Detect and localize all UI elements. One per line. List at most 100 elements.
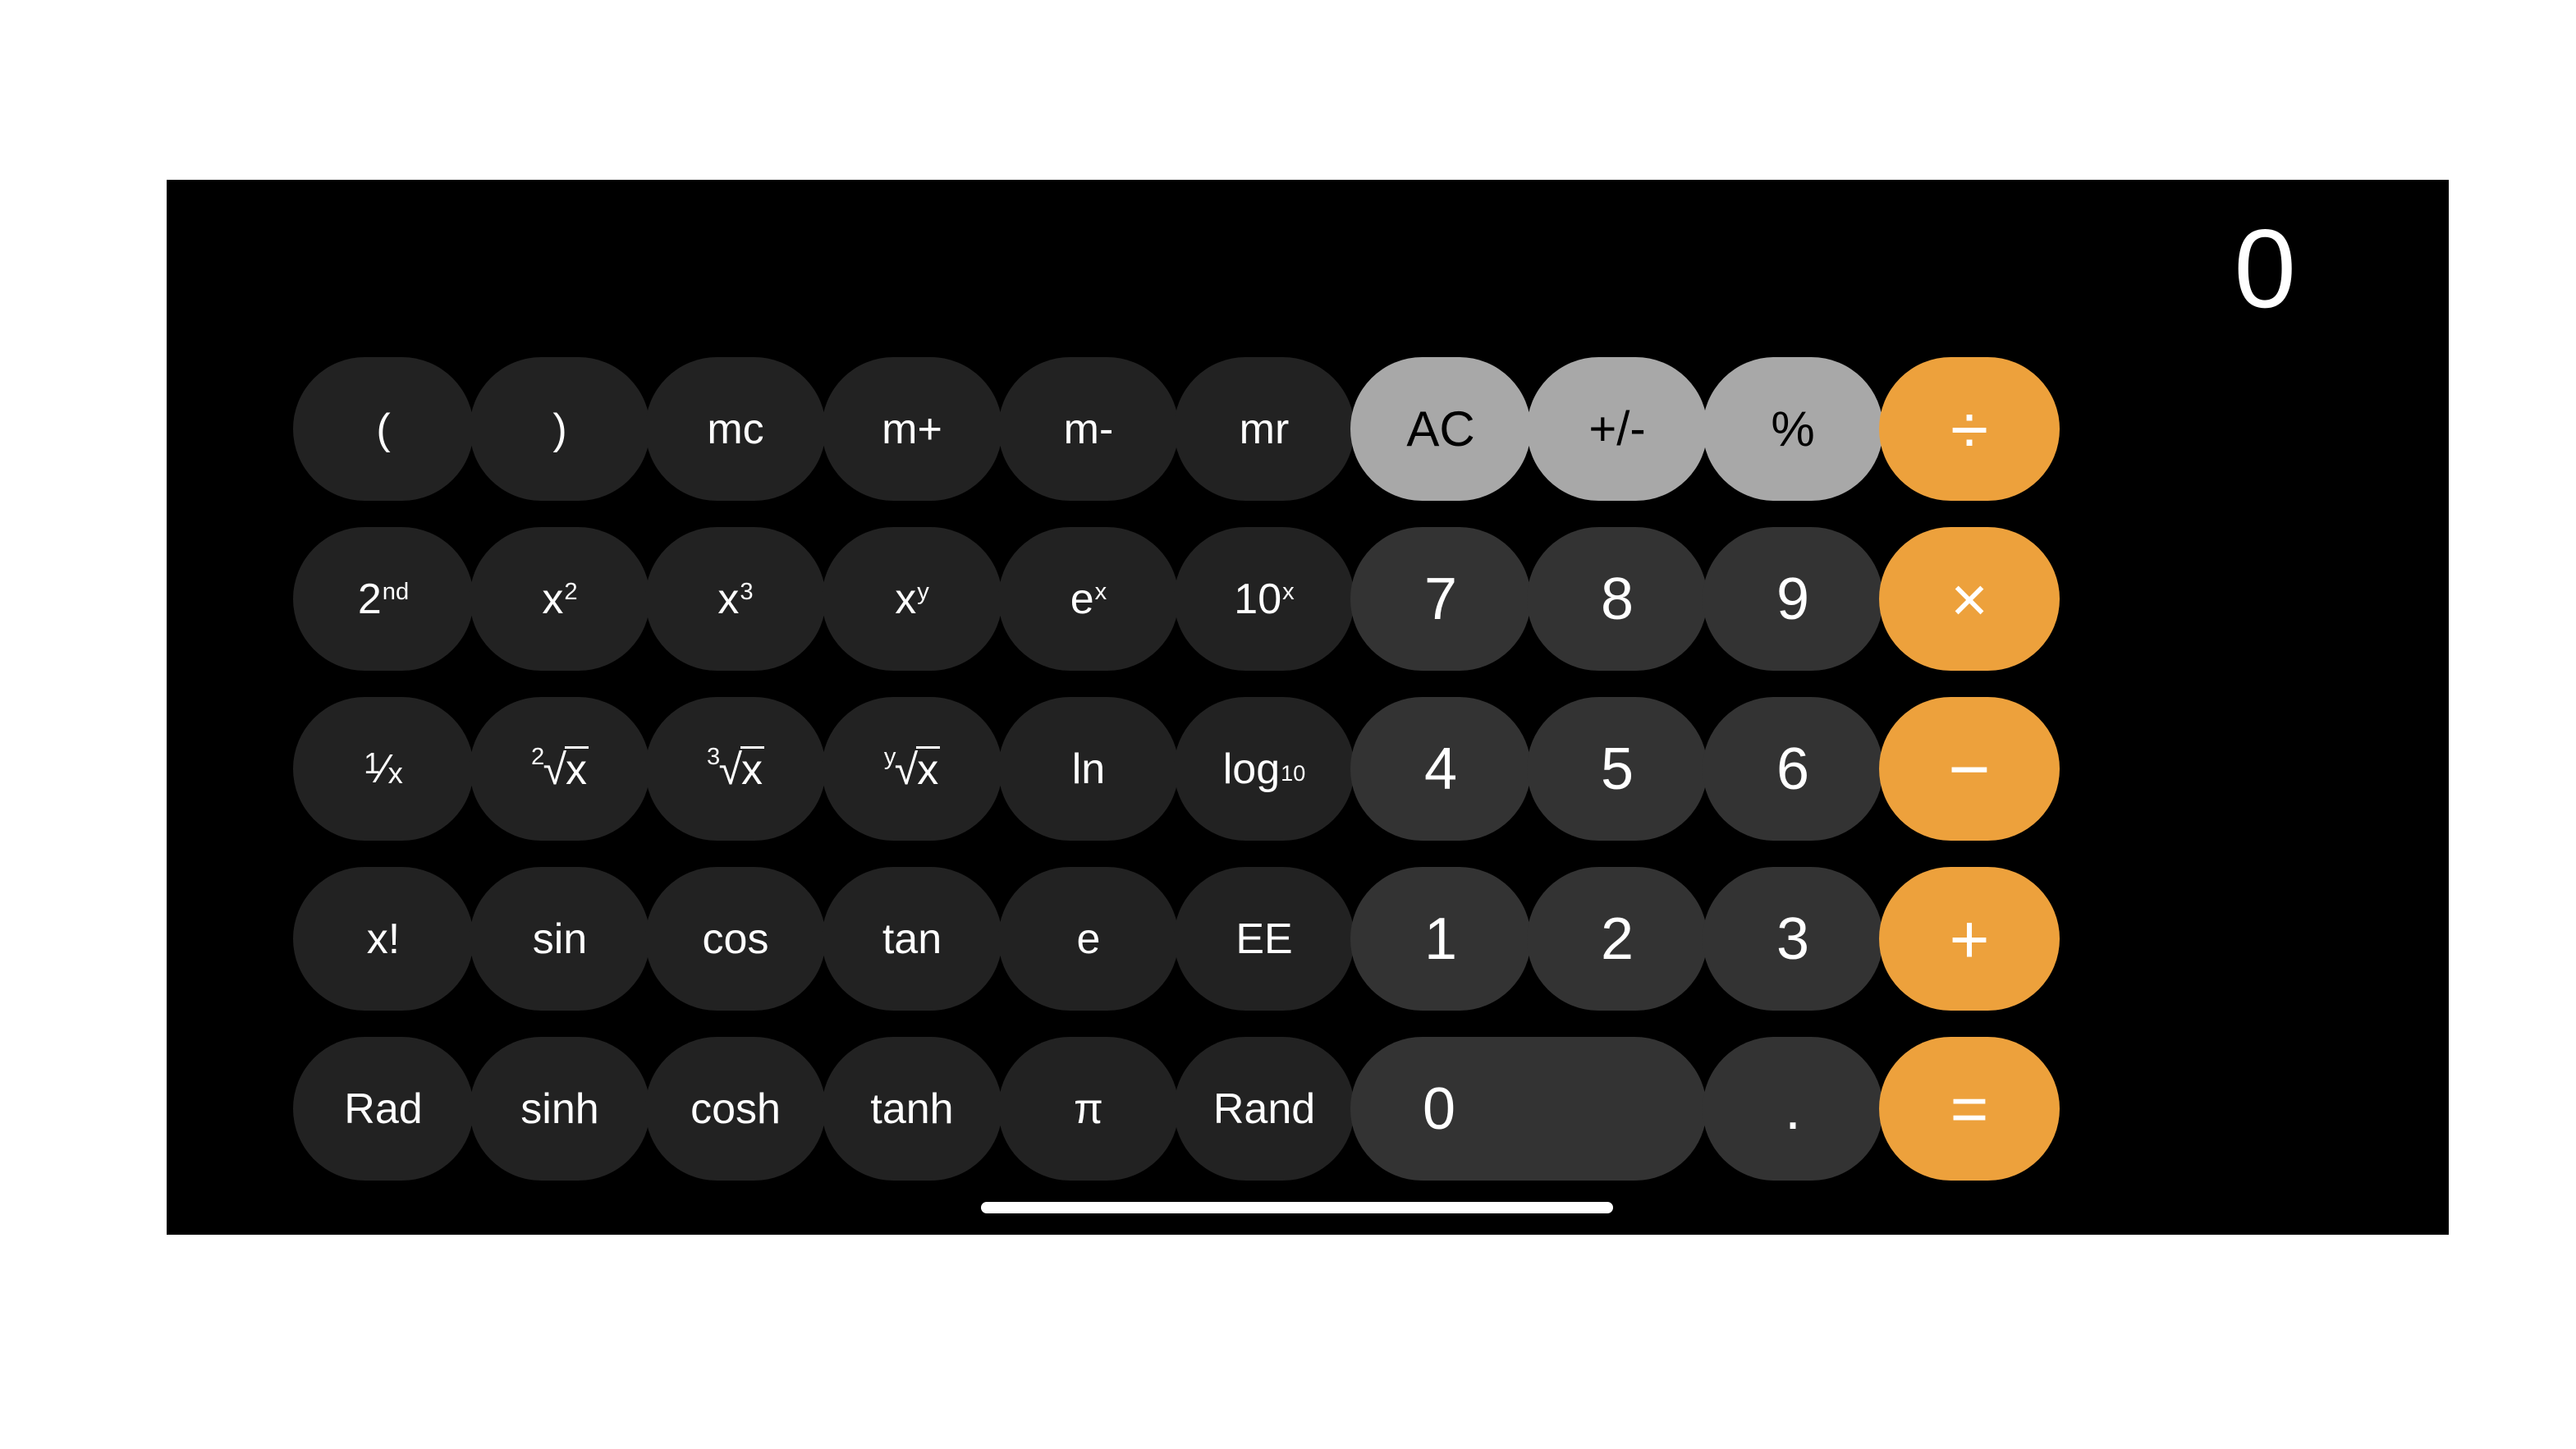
plus-icon: + xyxy=(1949,900,1990,978)
hyperbolic-cosine-button[interactable]: cosh xyxy=(645,1037,826,1181)
square-root-button[interactable]: 2 √x xyxy=(470,697,650,841)
open-paren-label: ( xyxy=(376,405,391,453)
exponent-ee-button[interactable]: EE xyxy=(1174,867,1354,1011)
exponent-ee-label: EE xyxy=(1235,915,1293,963)
factorial-label: x! xyxy=(366,915,401,963)
digit-6-label: 6 xyxy=(1776,736,1810,802)
digit-7-button[interactable]: 7 xyxy=(1350,527,1531,671)
hyperbolic-sine-label: sinh xyxy=(520,1084,599,1133)
hyperbolic-sine-button[interactable]: sinh xyxy=(470,1037,650,1181)
x-squared-button[interactable]: x2 xyxy=(470,527,650,671)
sine-button[interactable]: sin xyxy=(470,867,650,1011)
calculator-keypad: ( ) mc m+ m- mr AC +/- % ÷ 2nd x2 x3 xy xyxy=(293,357,2322,1207)
e-to-the-x-base: e xyxy=(1070,575,1094,623)
random-button[interactable]: Rand xyxy=(1174,1037,1354,1181)
cube-root-symbol: √x xyxy=(718,746,764,794)
sine-label: sin xyxy=(532,915,588,963)
angle-mode-button[interactable]: Rad xyxy=(293,1037,474,1181)
square-root-glyph: 2 √x xyxy=(530,744,589,794)
euler-e-button[interactable]: e xyxy=(998,867,1179,1011)
digit-6-button[interactable]: 6 xyxy=(1703,697,1883,841)
digit-5-label: 5 xyxy=(1600,736,1634,802)
equals-button[interactable]: = xyxy=(1879,1037,2060,1181)
digit-2-label: 2 xyxy=(1600,906,1634,972)
cosine-label: cos xyxy=(702,915,769,963)
reciprocal-glyph: 1 ⁄ x xyxy=(364,745,403,791)
open-paren-button[interactable]: ( xyxy=(293,357,474,501)
natural-log-button[interactable]: ln xyxy=(998,697,1179,841)
close-paren-label: ) xyxy=(552,405,567,453)
memory-subtract-button[interactable]: m- xyxy=(998,357,1179,501)
x-to-the-y-button[interactable]: xy xyxy=(822,527,1002,671)
cosine-button[interactable]: cos xyxy=(645,867,826,1011)
close-paren-button[interactable]: ) xyxy=(470,357,650,501)
equals-icon: = xyxy=(1950,1071,1989,1145)
factorial-button[interactable]: x! xyxy=(293,867,474,1011)
keypad-row-3: x! sin cos tan e EE 1 2 3 + xyxy=(293,867,2322,1011)
digit-3-label: 3 xyxy=(1776,906,1810,972)
display-value: 0 xyxy=(2234,206,2296,331)
digit-7-label: 7 xyxy=(1423,566,1458,632)
ten-to-the-x-base: 10 xyxy=(1234,575,1282,623)
home-indicator[interactable] xyxy=(981,1202,1613,1213)
decimal-point-label: . xyxy=(1784,1075,1801,1142)
y-root-symbol: √x xyxy=(894,746,941,794)
digit-1-label: 1 xyxy=(1423,906,1458,972)
hyperbolic-tangent-button[interactable]: tanh xyxy=(822,1037,1002,1181)
multiply-button[interactable]: × xyxy=(1879,527,2060,671)
angle-mode-label: Rad xyxy=(344,1084,423,1133)
percent-label: % xyxy=(1771,401,1815,456)
calculator-display: 0 xyxy=(167,180,2449,357)
memory-add-label: m+ xyxy=(882,405,942,453)
all-clear-label: AC xyxy=(1406,401,1475,456)
memory-recall-button[interactable]: mr xyxy=(1174,357,1354,501)
cube-root-button[interactable]: 3 √x xyxy=(645,697,826,841)
digit-3-button[interactable]: 3 xyxy=(1703,867,1883,1011)
reciprocal-button[interactable]: 1 ⁄ x xyxy=(293,697,474,841)
digit-4-button[interactable]: 4 xyxy=(1350,697,1531,841)
add-button[interactable]: + xyxy=(1879,867,2060,1011)
subtract-button[interactable]: − xyxy=(1879,697,2060,841)
percent-button[interactable]: % xyxy=(1703,357,1883,501)
calculator-app: 0 ( ) mc m+ m- mr AC +/- % ÷ 2nd x2 x3 x… xyxy=(167,180,2449,1235)
square-root-symbol: √x xyxy=(543,746,589,794)
digit-2-button[interactable]: 2 xyxy=(1527,867,1707,1011)
x-cubed-base: x xyxy=(717,575,740,623)
tangent-button[interactable]: tan xyxy=(822,867,1002,1011)
y-root-button[interactable]: y √x xyxy=(822,697,1002,841)
digit-8-button[interactable]: 8 xyxy=(1527,527,1707,671)
log-base-10-button[interactable]: log 10 xyxy=(1174,697,1354,841)
divide-button[interactable]: ÷ xyxy=(1879,357,2060,501)
square-root-index: 2 xyxy=(530,744,545,771)
random-label: Rand xyxy=(1212,1084,1316,1133)
memory-clear-label: mc xyxy=(707,405,764,453)
digit-9-label: 9 xyxy=(1776,566,1810,632)
memory-add-button[interactable]: m+ xyxy=(822,357,1002,501)
decimal-point-button[interactable]: . xyxy=(1703,1037,1883,1181)
divide-icon: ÷ xyxy=(1950,390,1989,468)
digit-1-button[interactable]: 1 xyxy=(1350,867,1531,1011)
pi-button[interactable]: π xyxy=(998,1037,1179,1181)
ten-to-the-x-button[interactable]: 10 x xyxy=(1174,527,1354,671)
minus-icon: − xyxy=(1948,727,1991,809)
keypad-row-0: ( ) mc m+ m- mr AC +/- % ÷ xyxy=(293,357,2322,501)
euler-e-label: e xyxy=(1076,915,1101,963)
all-clear-button[interactable]: AC xyxy=(1350,357,1531,501)
digit-9-button[interactable]: 9 xyxy=(1703,527,1883,671)
memory-clear-button[interactable]: mc xyxy=(645,357,826,501)
keypad-row-2: 1 ⁄ x 2 √x 3 √x y √x ln log 10 4 5 6 − xyxy=(293,697,2322,841)
hyperbolic-cosine-label: cosh xyxy=(690,1084,781,1133)
sign-toggle-label: +/- xyxy=(1588,402,1646,456)
cube-root-glyph: 3 √x xyxy=(706,744,764,794)
digit-8-label: 8 xyxy=(1600,566,1634,632)
pi-label: π xyxy=(1074,1084,1103,1133)
digit-5-button[interactable]: 5 xyxy=(1527,697,1707,841)
x-cubed-button[interactable]: x3 xyxy=(645,527,826,671)
digit-0-button[interactable]: 0 xyxy=(1350,1037,1707,1181)
sign-toggle-button[interactable]: +/- xyxy=(1527,357,1707,501)
cube-root-index: 3 xyxy=(706,744,721,771)
e-to-the-x-button[interactable]: ex xyxy=(998,527,1179,671)
second-function-button[interactable]: 2nd xyxy=(293,527,474,671)
digit-4-label: 4 xyxy=(1423,736,1458,802)
natural-log-label: ln xyxy=(1071,745,1106,793)
